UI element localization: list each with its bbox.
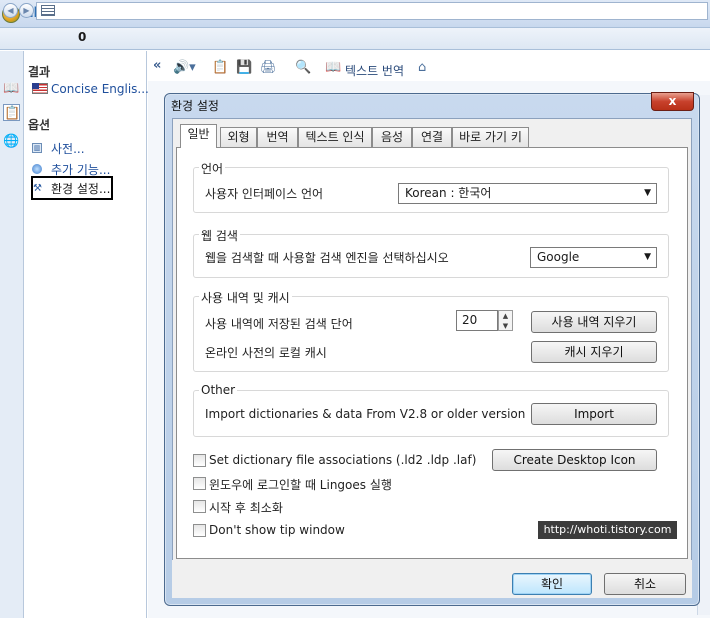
- sidebar-item-concise-english[interactable]: Concise Englis...: [51, 82, 149, 96]
- address-bar: [0, 28, 710, 50]
- sidebar: [24, 51, 147, 618]
- home-icon[interactable]: ⌂: [418, 60, 426, 75]
- find-icon[interactable]: 🔍: [295, 60, 311, 75]
- web-search-group-title: 웹 검색: [199, 227, 240, 244]
- search-input[interactable]: [36, 2, 708, 20]
- forward-arrow-icon[interactable]: ▶: [19, 3, 34, 18]
- file-association-checkbox[interactable]: [193, 454, 206, 467]
- local-cache-label: 온라인 사전의 로컬 캐시: [205, 346, 327, 360]
- tab-translation[interactable]: 번역: [257, 127, 298, 147]
- list-menu-icon[interactable]: [41, 5, 55, 16]
- copy-icon[interactable]: 📋: [212, 60, 228, 75]
- cancel-button[interactable]: 취소: [604, 573, 686, 595]
- clear-history-button[interactable]: 사용 내역 지우기: [531, 311, 657, 333]
- ui-language-select[interactable]: Korean : 한국어 ▼: [398, 183, 657, 204]
- ok-button[interactable]: 확인: [512, 573, 592, 595]
- close-button[interactable]: x: [651, 92, 694, 111]
- create-desktop-icon-button[interactable]: Create Desktop Icon: [492, 449, 657, 471]
- search-engine-select[interactable]: Google ▼: [530, 247, 657, 268]
- import-button[interactable]: Import: [531, 403, 657, 425]
- sidebar-item-dictionary[interactable]: 사전...: [51, 140, 85, 157]
- tip-window-checkbox[interactable]: [193, 524, 206, 537]
- speaker-icon[interactable]: 🔊▾: [173, 60, 196, 75]
- chevron-down-icon: ▼: [644, 188, 651, 198]
- tab-text-recognition[interactable]: 텍스트 인식: [298, 127, 372, 147]
- collapse-icon[interactable]: «: [153, 58, 161, 73]
- tab-appearance[interactable]: 외형: [220, 127, 257, 147]
- globe-icon[interactable]: 🌐: [3, 133, 20, 150]
- dictionary-icon: ▥: [32, 143, 42, 153]
- history-cache-group-title: 사용 내역 및 캐시: [199, 289, 292, 306]
- tab-general[interactable]: 일반: [180, 124, 217, 148]
- ui-language-label: 사용자 인터페이스 언어: [205, 187, 324, 201]
- search-engine-value: Google: [537, 250, 580, 264]
- selection-highlight-box: [31, 176, 113, 200]
- history-count-label: 사용 내역에 저장된 검색 단어: [205, 317, 353, 331]
- addon-icon: [32, 164, 42, 174]
- history-count-stepper[interactable]: ▲ ▼: [498, 310, 513, 331]
- tip-window-label: Don't show tip window: [209, 523, 345, 537]
- print-icon[interactable]: 🖨: [260, 60, 277, 75]
- text-translate-icon[interactable]: 📖: [325, 60, 341, 75]
- tab-connection[interactable]: 연결: [412, 127, 452, 147]
- minimize-on-start-checkbox[interactable]: [193, 500, 206, 513]
- import-label: Import dictionaries & data From V2.8 or …: [205, 407, 526, 421]
- save-icon[interactable]: 💾: [236, 60, 252, 75]
- text-translate-button[interactable]: 텍스트 번역: [345, 62, 404, 79]
- clear-cache-button[interactable]: 캐시 지우기: [531, 341, 657, 363]
- results-header: 결과: [28, 65, 51, 79]
- us-flag-canton: [32, 83, 39, 89]
- tab-shortcuts[interactable]: 바로 가기 키: [452, 127, 529, 147]
- chevron-down-icon: ▼: [644, 252, 651, 262]
- settings-page-icon[interactable]: 📋: [3, 104, 20, 121]
- ui-language-value: Korean : 한국어: [405, 186, 492, 200]
- web-search-label: 웹을 검색할 때 사용할 검색 엔진을 선택하십시오: [205, 251, 449, 265]
- run-at-login-checkbox[interactable]: [193, 477, 206, 490]
- run-at-login-label: 윈도우에 로그인할 때 Lingoes 실행: [209, 478, 392, 492]
- watermark-url: http://whoti.tistory.com: [538, 521, 677, 539]
- dialog-title: 환경 설정: [171, 99, 219, 113]
- book-icon[interactable]: 📖: [3, 80, 20, 97]
- search-input-value: 0: [78, 30, 87, 44]
- history-count-input[interactable]: 20: [456, 310, 498, 331]
- language-group-title: 언어: [199, 160, 226, 177]
- other-group-title: Other: [199, 383, 238, 397]
- minimize-on-start-label: 시작 후 최소화: [209, 501, 283, 515]
- back-arrow-icon[interactable]: ◀: [3, 3, 18, 18]
- main-toolbar: [148, 57, 710, 81]
- tab-speech[interactable]: 음성: [372, 127, 412, 147]
- options-header: 옵션: [28, 118, 51, 132]
- file-association-label: Set dictionary file associations (.ld2 .…: [209, 453, 477, 467]
